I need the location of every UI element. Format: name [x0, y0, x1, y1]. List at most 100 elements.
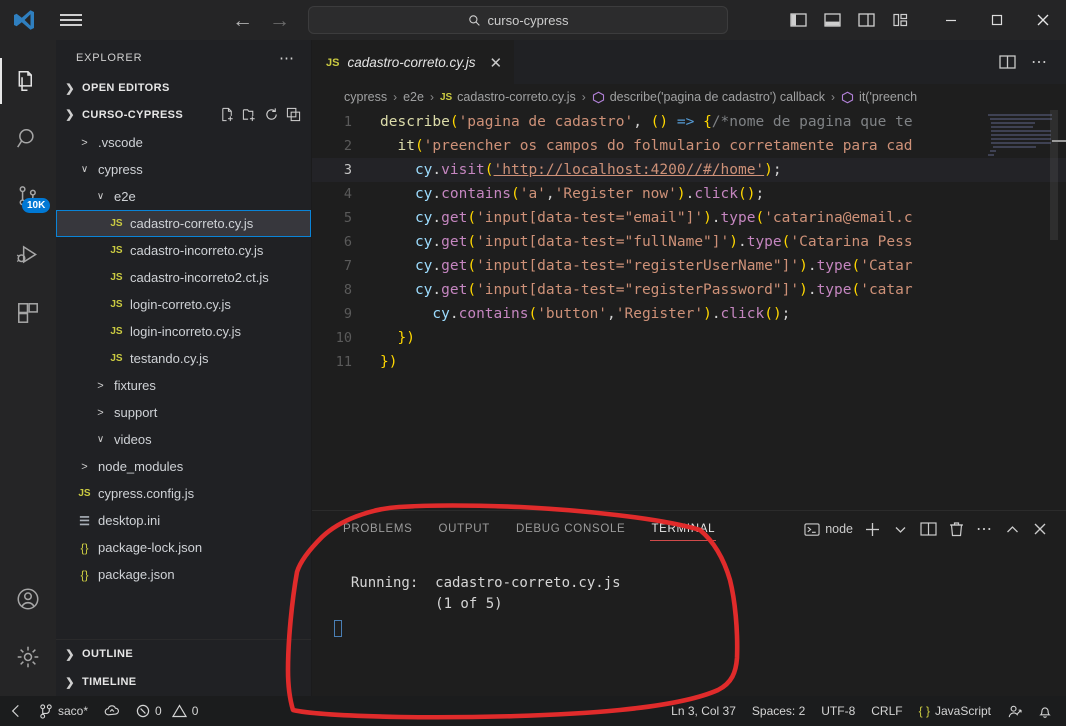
toggle-panel-icon[interactable]	[818, 6, 846, 34]
breadcrumb-item[interactable]: describe('pagina de cadastro') callback	[592, 90, 825, 104]
line-number: 11	[335, 354, 352, 370]
minimap[interactable]	[984, 110, 1058, 510]
tree-folder-row[interactable]: ∨ cypress	[56, 156, 311, 183]
tree-file-row[interactable]: JS testando.cy.js	[56, 345, 311, 372]
close-panel-icon[interactable]	[1028, 516, 1052, 542]
sidebar-section-outline[interactable]: ❯ OUTLINE	[56, 640, 311, 668]
js-file-icon: JS	[110, 299, 123, 310]
split-editor-icon[interactable]	[994, 49, 1020, 75]
status-remote-window[interactable]	[0, 696, 31, 726]
new-folder-icon[interactable]	[242, 107, 257, 122]
hamburger-menu-icon[interactable]	[48, 11, 94, 29]
status-problems[interactable]: 0 0	[128, 696, 206, 726]
breadcrumb-item[interactable]: it('preench	[841, 90, 917, 104]
status-branch[interactable]: saco*	[31, 696, 96, 726]
tree-folder-row[interactable]: > .vscode	[56, 129, 311, 156]
tree-folder-row[interactable]: > support	[56, 399, 311, 426]
activitybar-item-run-and-debug[interactable]	[0, 226, 56, 284]
window-maximize-button[interactable]	[974, 0, 1020, 40]
code-line[interactable]: 5 cy.get('input[data-test="email"]').typ…	[312, 206, 1066, 230]
panel-tab-debug-console[interactable]: DEBUG CONSOLE	[503, 511, 638, 547]
tree-folder-row[interactable]: > node_modules	[56, 453, 311, 480]
new-terminal-button[interactable]	[860, 516, 884, 542]
minimap-slider[interactable]	[1050, 110, 1058, 240]
window-minimize-button[interactable]	[928, 0, 974, 40]
panel-tab-bar: PROBLEMS OUTPUT DEBUG CONSOLE TERMINAL n…	[312, 511, 1066, 547]
tree-file-row[interactable]: {} package-lock.json	[56, 534, 311, 561]
status-cursor-position[interactable]: Ln 3, Col 37	[663, 696, 744, 726]
panel-tab-problems[interactable]: PROBLEMS	[330, 511, 426, 547]
code-line[interactable]: 6 cy.get('input[data-test="fullName"]').…	[312, 230, 1066, 254]
back-arrow-icon[interactable]: ←	[232, 10, 253, 31]
tree-item-label: videos	[114, 432, 152, 447]
breadcrumb-item[interactable]: e2e	[403, 90, 424, 104]
status-notifications[interactable]	[1030, 696, 1066, 726]
remote-window-icon	[11, 704, 19, 718]
sidebar-section-project-root[interactable]: ❯ CURSO-CYPRESS	[56, 101, 311, 128]
tree-file-row[interactable]: JS login-correto.cy.js	[56, 291, 311, 318]
toggle-primary-sidebar-icon[interactable]	[784, 6, 812, 34]
command-center-search[interactable]: curso-cypress	[308, 6, 728, 34]
split-terminal-icon[interactable]	[916, 516, 940, 542]
tree-file-row[interactable]: JS cypress.config.js	[56, 480, 311, 507]
code-line[interactable]: 3 cy.visit('http://localhost:4200//#/hom…	[312, 158, 1066, 182]
activitybar-item-search[interactable]	[0, 110, 56, 168]
code-line[interactable]: 8 cy.get('input[data-test="registerPassw…	[312, 278, 1066, 302]
tree-file-row[interactable]: {} package.json	[56, 561, 311, 588]
terminal-shell-selector[interactable]: node	[801, 516, 856, 542]
status-feedback[interactable]	[999, 696, 1030, 726]
terminal-output[interactable]: Running: cadastro-correto.cy.js (1 of 5)	[312, 547, 1066, 696]
code-line[interactable]: 2 it('preencher os campos do folmulario …	[312, 134, 1066, 158]
activitybar-item-accounts[interactable]	[0, 570, 56, 628]
status-encoding[interactable]: UTF-8	[813, 696, 863, 726]
collapse-all-icon[interactable]	[286, 107, 301, 122]
new-file-icon[interactable]	[220, 107, 235, 122]
status-indentation[interactable]: Spaces: 2	[744, 696, 813, 726]
sidebar-section-timeline[interactable]: ❯ TIMELINE	[56, 668, 311, 696]
refresh-icon[interactable]	[264, 107, 279, 122]
code-line[interactable]: 9 cy.contains('button','Register').click…	[312, 302, 1066, 326]
forward-arrow-icon[interactable]: →	[269, 10, 290, 31]
breadcrumb-item[interactable]: JS cadastro-correto.cy.js	[440, 90, 576, 104]
status-cursor-position-label: Ln 3, Col 37	[671, 704, 736, 718]
status-sync[interactable]	[96, 696, 128, 726]
status-language-mode[interactable]: { } JavaScript	[911, 696, 999, 726]
window-close-button[interactable]	[1020, 0, 1066, 40]
code-editor[interactable]: 1 describe('pagina de cadastro', () => {/…	[312, 110, 1066, 510]
tree-file-row[interactable]: JS cadastro-incorreto.cy.js	[56, 237, 311, 264]
more-actions-icon[interactable]: ⋯	[1026, 49, 1052, 75]
panel-tab-terminal[interactable]: TERMINAL	[638, 511, 728, 547]
activitybar-item-settings[interactable]	[0, 628, 56, 686]
code-line[interactable]: 7 cy.get('input[data-test="registerUserN…	[312, 254, 1066, 278]
more-actions-icon[interactable]: ⋯	[271, 49, 303, 67]
tree-folder-row[interactable]: ∨ e2e	[56, 183, 311, 210]
trash-icon[interactable]	[944, 516, 968, 542]
panel-tab-output[interactable]: OUTPUT	[426, 511, 503, 547]
code-line[interactable]: 4 cy.contains('a','Register now').click(…	[312, 182, 1066, 206]
tree-file-row[interactable]: ☰ desktop.ini	[56, 507, 311, 534]
chevron-down-icon: ∨	[80, 164, 89, 175]
sidebar-section-open-editors[interactable]: ❯ OPEN EDITORS	[56, 75, 311, 101]
tree-file-row[interactable]: JS login-incorreto.cy.js	[56, 318, 311, 345]
close-icon[interactable]: ✕	[490, 54, 503, 72]
tree-file-row[interactable]: JS cadastro-correto.cy.js	[56, 210, 311, 237]
code-line[interactable]: 11})	[312, 350, 1066, 374]
breadcrumb-item[interactable]: cypress	[344, 90, 387, 104]
activitybar-item-explorer[interactable]	[0, 52, 56, 110]
status-eol[interactable]: CRLF	[863, 696, 910, 726]
activitybar-item-source-control[interactable]: 10K	[0, 168, 56, 226]
editor-tab-cadastro-correto[interactable]: JS cadastro-correto.cy.js ✕	[312, 40, 515, 84]
scrollbar-decoration	[1052, 140, 1066, 142]
tree-folder-row[interactable]: > fixtures	[56, 372, 311, 399]
more-actions-icon[interactable]: ⋯	[972, 516, 996, 542]
code-line[interactable]: 1 describe('pagina de cadastro', () => {/…	[312, 110, 1066, 134]
customize-layout-icon[interactable]	[886, 6, 914, 34]
chevron-up-icon[interactable]	[1000, 516, 1024, 542]
chevron-down-icon[interactable]	[888, 516, 912, 542]
activitybar-item-extensions[interactable]	[0, 284, 56, 342]
tree-folder-row[interactable]: ∨ videos	[56, 426, 311, 453]
toggle-secondary-sidebar-icon[interactable]	[852, 6, 880, 34]
tree-file-row[interactable]: JS cadastro-incorreto2.ct.js	[56, 264, 311, 291]
code-line[interactable]: 10 })	[312, 326, 1066, 350]
chevron-right-icon: >	[81, 136, 88, 149]
